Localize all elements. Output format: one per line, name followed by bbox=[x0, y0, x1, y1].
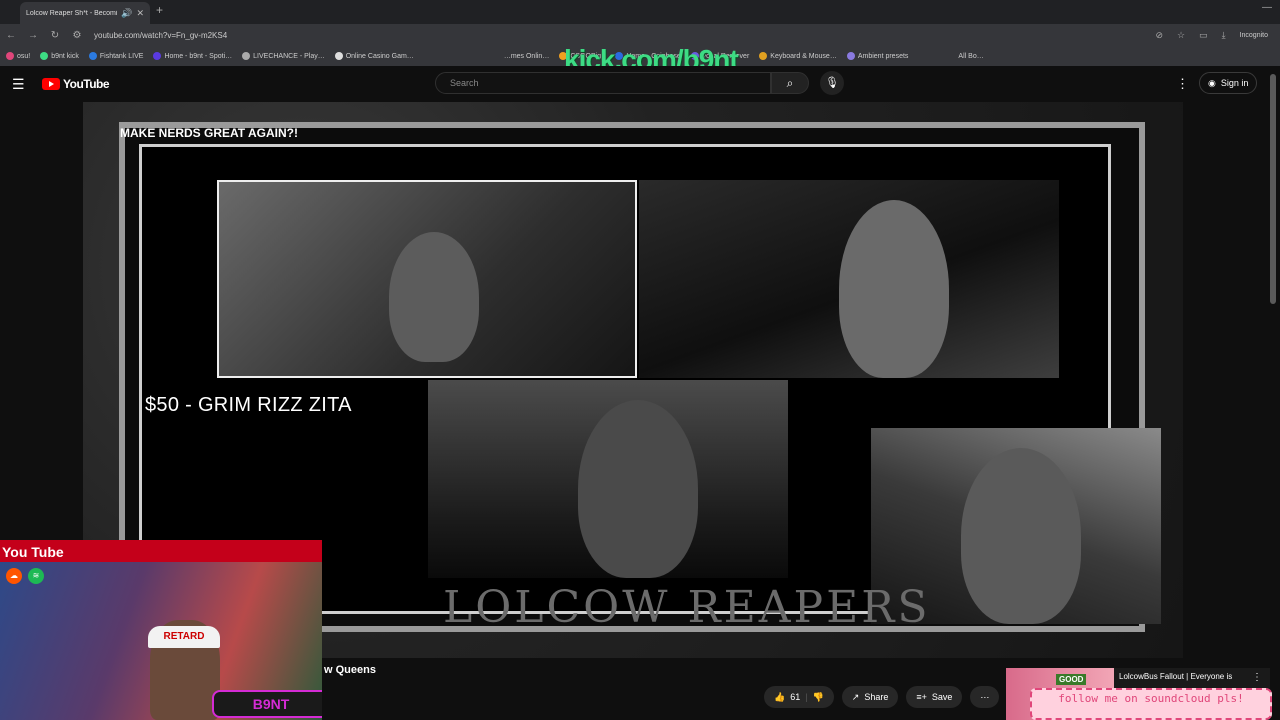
bookmark-kick[interactable]: b9nt kick bbox=[40, 52, 79, 60]
ambient-icon bbox=[846, 52, 855, 60]
menu-icon[interactable]: ☰ bbox=[12, 76, 25, 93]
camera-feed-2 bbox=[639, 180, 1059, 378]
donation-alert: $50 - GRIM RIZZ ZITA bbox=[145, 394, 352, 416]
more-actions-button[interactable]: ⋯ bbox=[970, 686, 1000, 708]
bookmark-keyboard[interactable]: Keyboard & Mouse… bbox=[759, 52, 837, 60]
bookmark-label: Ambient presets bbox=[857, 52, 909, 60]
soundcloud-overlay: follow me on soundcloud pls! bbox=[1030, 688, 1272, 720]
bookmark-livechance[interactable]: LIVECHANCE - Play… bbox=[242, 52, 325, 60]
bookmark-label: b9nt kick bbox=[51, 52, 79, 60]
person-silhouette bbox=[578, 400, 698, 578]
keyboard-icon bbox=[759, 52, 768, 60]
save-label: Save bbox=[931, 692, 953, 702]
bookmark-label: LIVECHANCE - Play… bbox=[253, 52, 325, 60]
stream-banner: MAKE NERDS GREAT AGAIN?! bbox=[120, 126, 298, 140]
kick-icon bbox=[40, 52, 49, 60]
star-icon[interactable]: ☆ bbox=[1177, 30, 1185, 41]
bookmark-casino[interactable]: Online Casino Gam… bbox=[334, 52, 414, 60]
person-silhouette bbox=[839, 200, 949, 378]
search-icon[interactable]: ⌕ bbox=[771, 72, 809, 94]
bookmark-label: Fishtank LIVE bbox=[99, 52, 144, 60]
new-tab-icon[interactable]: + bbox=[156, 3, 163, 17]
streamer-webcam: You Tube ☁ ≋ RETARD B9NT bbox=[0, 540, 322, 720]
sign-in-label: Sign in bbox=[1220, 78, 1249, 88]
casino-icon bbox=[334, 52, 343, 60]
all-bookmarks[interactable]: All Bo… bbox=[958, 53, 983, 60]
watermark-text: LOLCOW REAPERS bbox=[443, 582, 931, 633]
streamer-cap: RETARD bbox=[148, 626, 220, 648]
bookmark-games[interactable]: …mes Onlin… bbox=[504, 53, 550, 60]
incognito-label[interactable]: Incognito bbox=[1240, 32, 1268, 39]
bookmark-osu[interactable]: osu! bbox=[6, 52, 30, 60]
save-button[interactable]: ≡+ Save bbox=[906, 686, 963, 708]
streamer-neon-sign: B9NT bbox=[212, 690, 322, 718]
social-icons: ☁ ≋ bbox=[6, 568, 44, 584]
page-scrollbar[interactable] bbox=[1270, 74, 1276, 304]
sign-in-button[interactable]: ◉ Sign in bbox=[1199, 72, 1258, 94]
window-controls: — bbox=[1262, 2, 1272, 13]
youtube-masthead: ☰ YouTube Search ⌕ 🎙 ⋮ ◉ Sign in bbox=[0, 66, 1280, 102]
bookmark-label: Home - b9nt - Spoti… bbox=[164, 52, 233, 60]
browser-tab[interactable]: Lolcow Reaper Sh*t - Becoming The Most… … bbox=[20, 2, 150, 24]
youtube-play-icon bbox=[42, 78, 60, 90]
bookmark-fishtank[interactable]: Fishtank LIVE bbox=[88, 52, 144, 60]
reload-icon[interactable]: ↻ bbox=[44, 30, 66, 41]
divider: | bbox=[805, 692, 808, 702]
camera-feed-1 bbox=[217, 180, 637, 378]
eye-off-icon[interactable]: ⊘ bbox=[1155, 30, 1163, 41]
youtube-drip-text: You Tube bbox=[2, 544, 64, 560]
microphone-icon[interactable]: 🎙 bbox=[820, 71, 844, 95]
thumbs-down-icon[interactable]: 👎 bbox=[813, 692, 824, 703]
spotify-icon: ≋ bbox=[28, 568, 44, 584]
account-icon: ◉ bbox=[1208, 77, 1216, 88]
forward-icon[interactable]: → bbox=[22, 30, 44, 41]
person-silhouette bbox=[961, 448, 1081, 624]
bookmark-label: …mes Onlin… bbox=[503, 52, 550, 60]
download-icon[interactable]: ⤓ bbox=[1222, 30, 1226, 41]
share-label: Share bbox=[864, 692, 889, 702]
spotify-icon bbox=[153, 52, 162, 60]
fishtank-icon bbox=[88, 52, 97, 60]
soundcloud-icon: ☁ bbox=[6, 568, 22, 584]
more-icon: ⋯ bbox=[980, 691, 990, 702]
back-icon[interactable]: ← bbox=[0, 30, 22, 41]
globe-icon bbox=[242, 52, 251, 60]
speaker-icon[interactable]: 🔊 bbox=[121, 8, 132, 19]
browser-tab-bar: Lolcow Reaper Sh*t - Becoming The Most… … bbox=[0, 0, 1280, 24]
video-title: w Queens bbox=[324, 664, 376, 676]
tab-title: Lolcow Reaper Sh*t - Becoming The Most… bbox=[26, 9, 118, 17]
bookmark-ambient[interactable]: Ambient presets bbox=[846, 52, 909, 60]
recommended-title[interactable]: LolcowBus Fallout | Everyone is bbox=[1119, 672, 1259, 681]
share-icon: ↗ bbox=[851, 691, 860, 702]
osu-icon bbox=[6, 52, 14, 60]
bookmark-spotify[interactable]: Home - b9nt - Spoti… bbox=[153, 52, 232, 60]
more-options-icon[interactable]: ⋮ bbox=[1176, 76, 1189, 92]
search-input[interactable]: Search bbox=[435, 72, 771, 94]
youtube-logo[interactable]: YouTube bbox=[42, 77, 110, 91]
thumbs-up-icon: 👍 bbox=[774, 691, 786, 702]
kebab-icon[interactable]: ⋮ bbox=[1252, 672, 1262, 683]
bookmark-label: Online Casino Gam… bbox=[345, 52, 414, 60]
youtube-logo-text: YouTube bbox=[63, 77, 110, 91]
bookmark-label: Keyboard & Mouse… bbox=[770, 52, 837, 60]
thumbnail-badge: GOOD bbox=[1056, 674, 1087, 685]
like-count: 61 bbox=[790, 692, 801, 702]
minimize-icon[interactable]: — bbox=[1262, 2, 1272, 13]
save-icon: ≡+ bbox=[916, 692, 927, 702]
address-bar: ← → ↻ ⚙ youtube.com/watch?v=Fn_gv-m2KS4 … bbox=[0, 24, 1280, 46]
like-button[interactable]: 👍 61 | 👎 bbox=[764, 686, 834, 708]
sidebar-icon[interactable]: ▭ bbox=[1199, 30, 1208, 41]
camera-feed-3 bbox=[428, 380, 788, 578]
share-button[interactable]: ↗ Share bbox=[841, 686, 899, 708]
bookmark-label: osu! bbox=[17, 52, 31, 60]
close-tab-icon[interactable]: ✕ bbox=[136, 8, 144, 19]
url-field[interactable]: youtube.com/watch?v=Fn_gv-m2KS4 bbox=[94, 31, 1155, 40]
all-bookmarks-label: All Bo… bbox=[958, 52, 984, 60]
person-silhouette bbox=[389, 232, 479, 362]
video-actions: 👍 61 | 👎 ↗ Share ≡+ Save ⋯ bbox=[764, 686, 1000, 708]
site-info-icon[interactable]: ⚙ bbox=[66, 30, 88, 41]
